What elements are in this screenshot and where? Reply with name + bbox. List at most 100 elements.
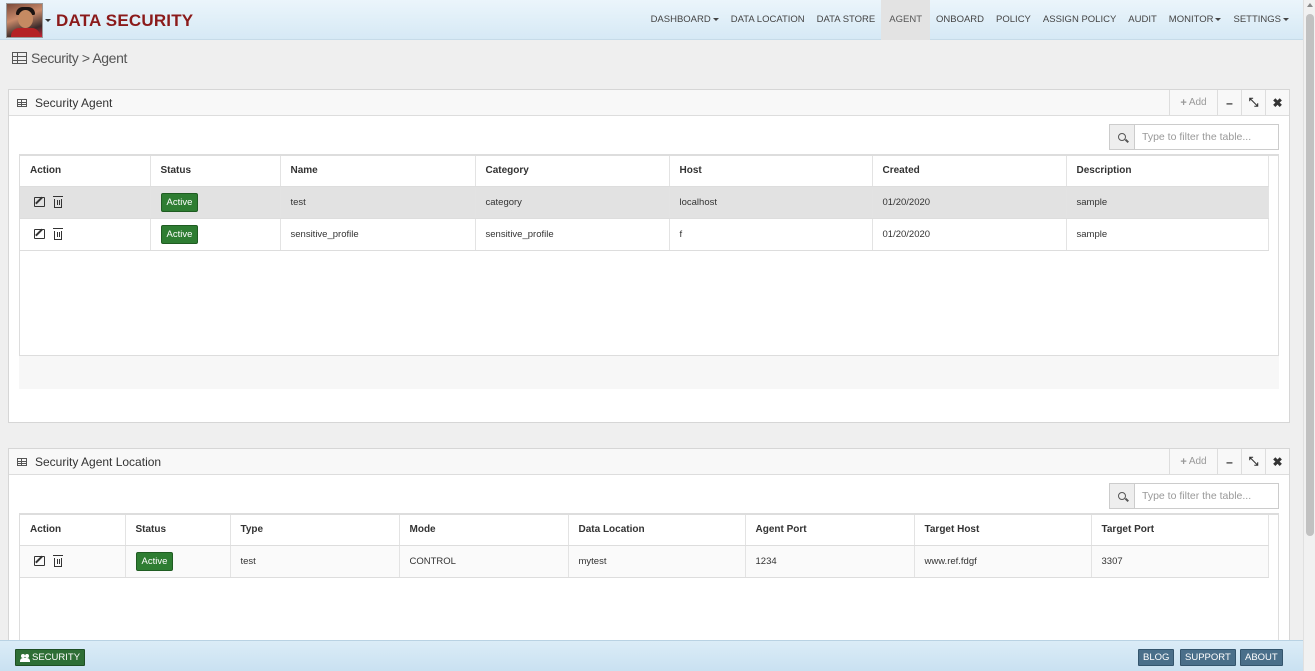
filter-input[interactable]: [1135, 125, 1278, 149]
users-icon: [20, 653, 30, 662]
table-footer: [19, 356, 1279, 389]
column-header[interactable]: Category: [475, 156, 670, 187]
agent-table: Action Status Name Category Host Created…: [19, 154, 1279, 356]
plus-icon: +: [1180, 96, 1187, 109]
search-icon: [1110, 484, 1135, 508]
cell-host: f: [669, 218, 873, 251]
cell-target-port: 3307: [1091, 545, 1269, 578]
table-icon: [12, 52, 27, 64]
fullscreen-button[interactable]: ⤡: [1241, 449, 1265, 474]
chevron-down-icon: [1215, 17, 1222, 21]
filter-input[interactable]: [1135, 484, 1278, 508]
status-badge: Active: [160, 224, 199, 244]
column-header[interactable]: Agent Port: [745, 515, 915, 546]
nav-data-store[interactable]: DATA STORE: [811, 0, 882, 40]
expand-icon: ⤡: [1248, 454, 1259, 468]
column-header[interactable]: Data Location: [568, 515, 746, 546]
nav-settings[interactable]: SETTINGS: [1227, 0, 1295, 40]
cell-type: test: [230, 545, 400, 578]
nav-data-location[interactable]: DATA LOCATION: [725, 0, 811, 40]
nav-assign-policy[interactable]: ASSIGN POLICY: [1037, 0, 1122, 40]
cell-target-host: www.ref.fdgf: [914, 545, 1092, 578]
cell-agent-port: 1234: [745, 545, 915, 578]
cell-description: sample: [1066, 218, 1269, 251]
edit-icon[interactable]: [34, 197, 45, 207]
user-avatar[interactable]: [6, 3, 43, 38]
cell-created: 01/20/2020: [872, 218, 1067, 251]
nav-policy[interactable]: POLICY: [990, 0, 1037, 40]
cell-data-location: mytest: [568, 545, 746, 578]
trash-icon[interactable]: [53, 195, 63, 208]
table-row[interactable]: Active test CONTROL mytest 1234 www.ref.…: [20, 545, 1269, 578]
nav-onboard[interactable]: ONBOARD: [930, 0, 990, 40]
nav-dashboard[interactable]: DASHBOARD: [645, 0, 725, 40]
cell-created: 01/20/2020: [872, 186, 1067, 219]
column-header[interactable]: Action: [20, 515, 126, 546]
agent-location-table: Action Status Type Mode Data Location Ag…: [19, 513, 1279, 653]
table-header-row: Action Status Name Category Host Created…: [20, 156, 1269, 187]
breadcrumb: Security > Agent: [12, 50, 127, 66]
add-button[interactable]: + Add: [1169, 449, 1217, 474]
nav-monitor[interactable]: MONITOR: [1163, 0, 1228, 40]
edit-icon[interactable]: [34, 556, 45, 566]
chevron-down-icon: [1283, 17, 1289, 21]
cell-mode: CONTROL: [399, 545, 569, 578]
collapse-button[interactable]: –: [1217, 90, 1241, 115]
security-agent-panel: Security Agent +Add – ⤡ ✖ Action Status …: [8, 89, 1290, 423]
table-header-row: Action Status Type Mode Data Location Ag…: [20, 515, 1269, 546]
cell-description: sample: [1066, 186, 1269, 219]
column-header[interactable]: Status: [150, 156, 281, 187]
expand-icon: ⤡: [1248, 95, 1259, 109]
column-header[interactable]: Name: [280, 156, 476, 187]
column-header[interactable]: Action: [20, 156, 151, 187]
footer-bar: SECURITY BLOG SUPPORT ABOUT: [0, 640, 1303, 671]
column-header[interactable]: Target Host: [914, 515, 1092, 546]
column-header[interactable]: Mode: [399, 515, 569, 546]
collapse-button[interactable]: –: [1217, 449, 1241, 474]
table-icon: [17, 99, 27, 107]
top-navbar: DATA SECURITY DASHBOARD DATA LOCATION DA…: [0, 0, 1303, 40]
column-header[interactable]: Status: [125, 515, 231, 546]
cell-host: localhost: [669, 186, 873, 219]
column-header[interactable]: Description: [1066, 156, 1269, 187]
security-agent-location-panel: Security Agent Location +Add – ⤡ ✖ Actio…: [8, 448, 1290, 653]
close-icon: ✖: [1272, 95, 1283, 110]
panel-header: Security Agent + Add – ⤡ ✖: [9, 90, 1289, 116]
blog-button[interactable]: BLOG: [1138, 649, 1175, 666]
trash-icon[interactable]: [53, 227, 63, 240]
trash-icon[interactable]: [53, 554, 63, 567]
scrollbar-thumb[interactable]: [1306, 14, 1314, 536]
breadcrumb-text: Security > Agent: [31, 50, 127, 66]
nav-audit[interactable]: AUDIT: [1122, 0, 1163, 40]
support-button[interactable]: SUPPORT: [1180, 649, 1236, 666]
column-header[interactable]: Created: [872, 156, 1067, 187]
page-scrollbar[interactable]: [1303, 0, 1315, 671]
column-header[interactable]: Target Port: [1091, 515, 1269, 546]
app-title: DATA SECURITY: [56, 11, 194, 30]
plus-icon: +: [1180, 455, 1187, 468]
main-nav: DASHBOARD DATA LOCATION DATA STORE AGENT…: [645, 0, 1295, 40]
about-button[interactable]: ABOUT: [1240, 649, 1283, 666]
table-filter: [1109, 124, 1279, 150]
table-filter: [1109, 483, 1279, 509]
cell-category: category: [475, 186, 670, 219]
add-button[interactable]: + Add: [1169, 90, 1217, 115]
nav-agent[interactable]: AGENT: [881, 0, 930, 40]
table-row[interactable]: Active test category localhost 01/20/202…: [20, 186, 1269, 219]
column-header[interactable]: Host: [669, 156, 873, 187]
close-button[interactable]: ✖: [1265, 90, 1289, 115]
search-icon: [1110, 125, 1135, 149]
panel-title: Security Agent Location: [35, 455, 162, 469]
fullscreen-button[interactable]: ⤡: [1241, 90, 1265, 115]
table-row[interactable]: Active sensitive_profile sensitive_profi…: [20, 218, 1269, 251]
avatar-caret-icon[interactable]: [45, 19, 51, 22]
table-icon: [17, 458, 27, 466]
scroll-up-arrow-icon[interactable]: [1307, 3, 1313, 7]
column-header[interactable]: Type: [230, 515, 400, 546]
panel-header: Security Agent Location + Add – ⤡ ✖: [9, 449, 1289, 475]
close-button[interactable]: ✖: [1265, 449, 1289, 474]
security-button[interactable]: SECURITY: [15, 649, 86, 666]
chevron-down-icon: [712, 17, 719, 21]
edit-icon[interactable]: [34, 229, 45, 239]
panel-title: Security Agent: [35, 96, 113, 110]
